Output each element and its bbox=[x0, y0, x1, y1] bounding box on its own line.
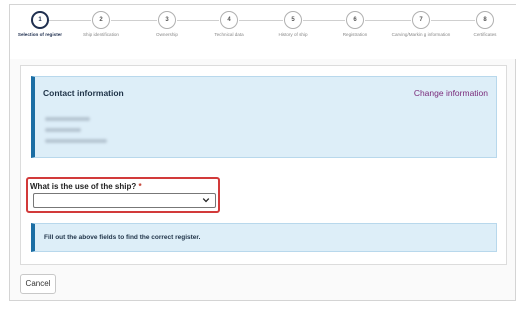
register-info-text: Fill out the above fields to find the co… bbox=[44, 234, 201, 241]
change-information-link[interactable]: Change information bbox=[414, 88, 488, 98]
step-history-of-ship[interactable]: 5 History of ship bbox=[263, 11, 323, 37]
chevron-down-icon bbox=[202, 196, 210, 206]
progress-stepper: 1 Selection of register 2 Ship identific… bbox=[10, 5, 517, 59]
step-number: 3 bbox=[158, 11, 176, 29]
contact-information-panel: Contact information Change information bbox=[31, 76, 497, 158]
step-label: Technical data bbox=[214, 32, 244, 37]
step-label: Carving/Markin g information bbox=[391, 32, 451, 37]
register-info-box: Fill out the above fields to find the co… bbox=[31, 223, 497, 252]
step-label: History of ship bbox=[278, 32, 308, 37]
step-registration[interactable]: 6 Registration bbox=[325, 11, 385, 37]
ship-use-question-group: What is the use of the ship? * bbox=[26, 177, 220, 213]
required-marker: * bbox=[138, 182, 142, 191]
cancel-button[interactable]: Cancel bbox=[20, 274, 56, 294]
step-number: 1 bbox=[31, 11, 49, 29]
redacted-contact-line bbox=[45, 117, 90, 121]
step-ship-identification[interactable]: 2 Ship identification bbox=[71, 11, 131, 37]
step-ownership[interactable]: 3 Ownership bbox=[137, 11, 197, 37]
step-label: Ownership bbox=[156, 32, 178, 37]
step-certificates[interactable]: 8 Certificates bbox=[455, 11, 515, 37]
step-number: 7 bbox=[412, 11, 430, 29]
form-card: Contact information Change information W… bbox=[20, 65, 507, 265]
application-frame: 1 Selection of register 2 Ship identific… bbox=[9, 4, 517, 301]
step-carving-marking-information[interactable]: 7 Carving/Markin g information bbox=[391, 11, 451, 37]
step-number: 8 bbox=[476, 11, 494, 29]
step-label: Selection of register bbox=[17, 32, 63, 37]
contact-title: Contact information bbox=[43, 88, 124, 98]
step-label: Certificates bbox=[473, 32, 497, 37]
ship-use-label-text: What is the use of the ship? bbox=[30, 182, 137, 191]
step-selection-of-register[interactable]: 1 Selection of register bbox=[10, 11, 70, 37]
redacted-contact-line bbox=[45, 139, 107, 143]
redacted-contact-line bbox=[45, 128, 81, 132]
step-label: Registration bbox=[342, 32, 368, 37]
step-number: 2 bbox=[92, 11, 110, 29]
ship-use-label: What is the use of the ship? * bbox=[30, 182, 142, 191]
step-number: 4 bbox=[220, 11, 238, 29]
step-number: 5 bbox=[284, 11, 302, 29]
ship-use-select[interactable] bbox=[33, 193, 216, 208]
step-number: 6 bbox=[346, 11, 364, 29]
step-technical-data[interactable]: 4 Technical data bbox=[199, 11, 259, 37]
step-label: Ship identification bbox=[82, 32, 119, 37]
